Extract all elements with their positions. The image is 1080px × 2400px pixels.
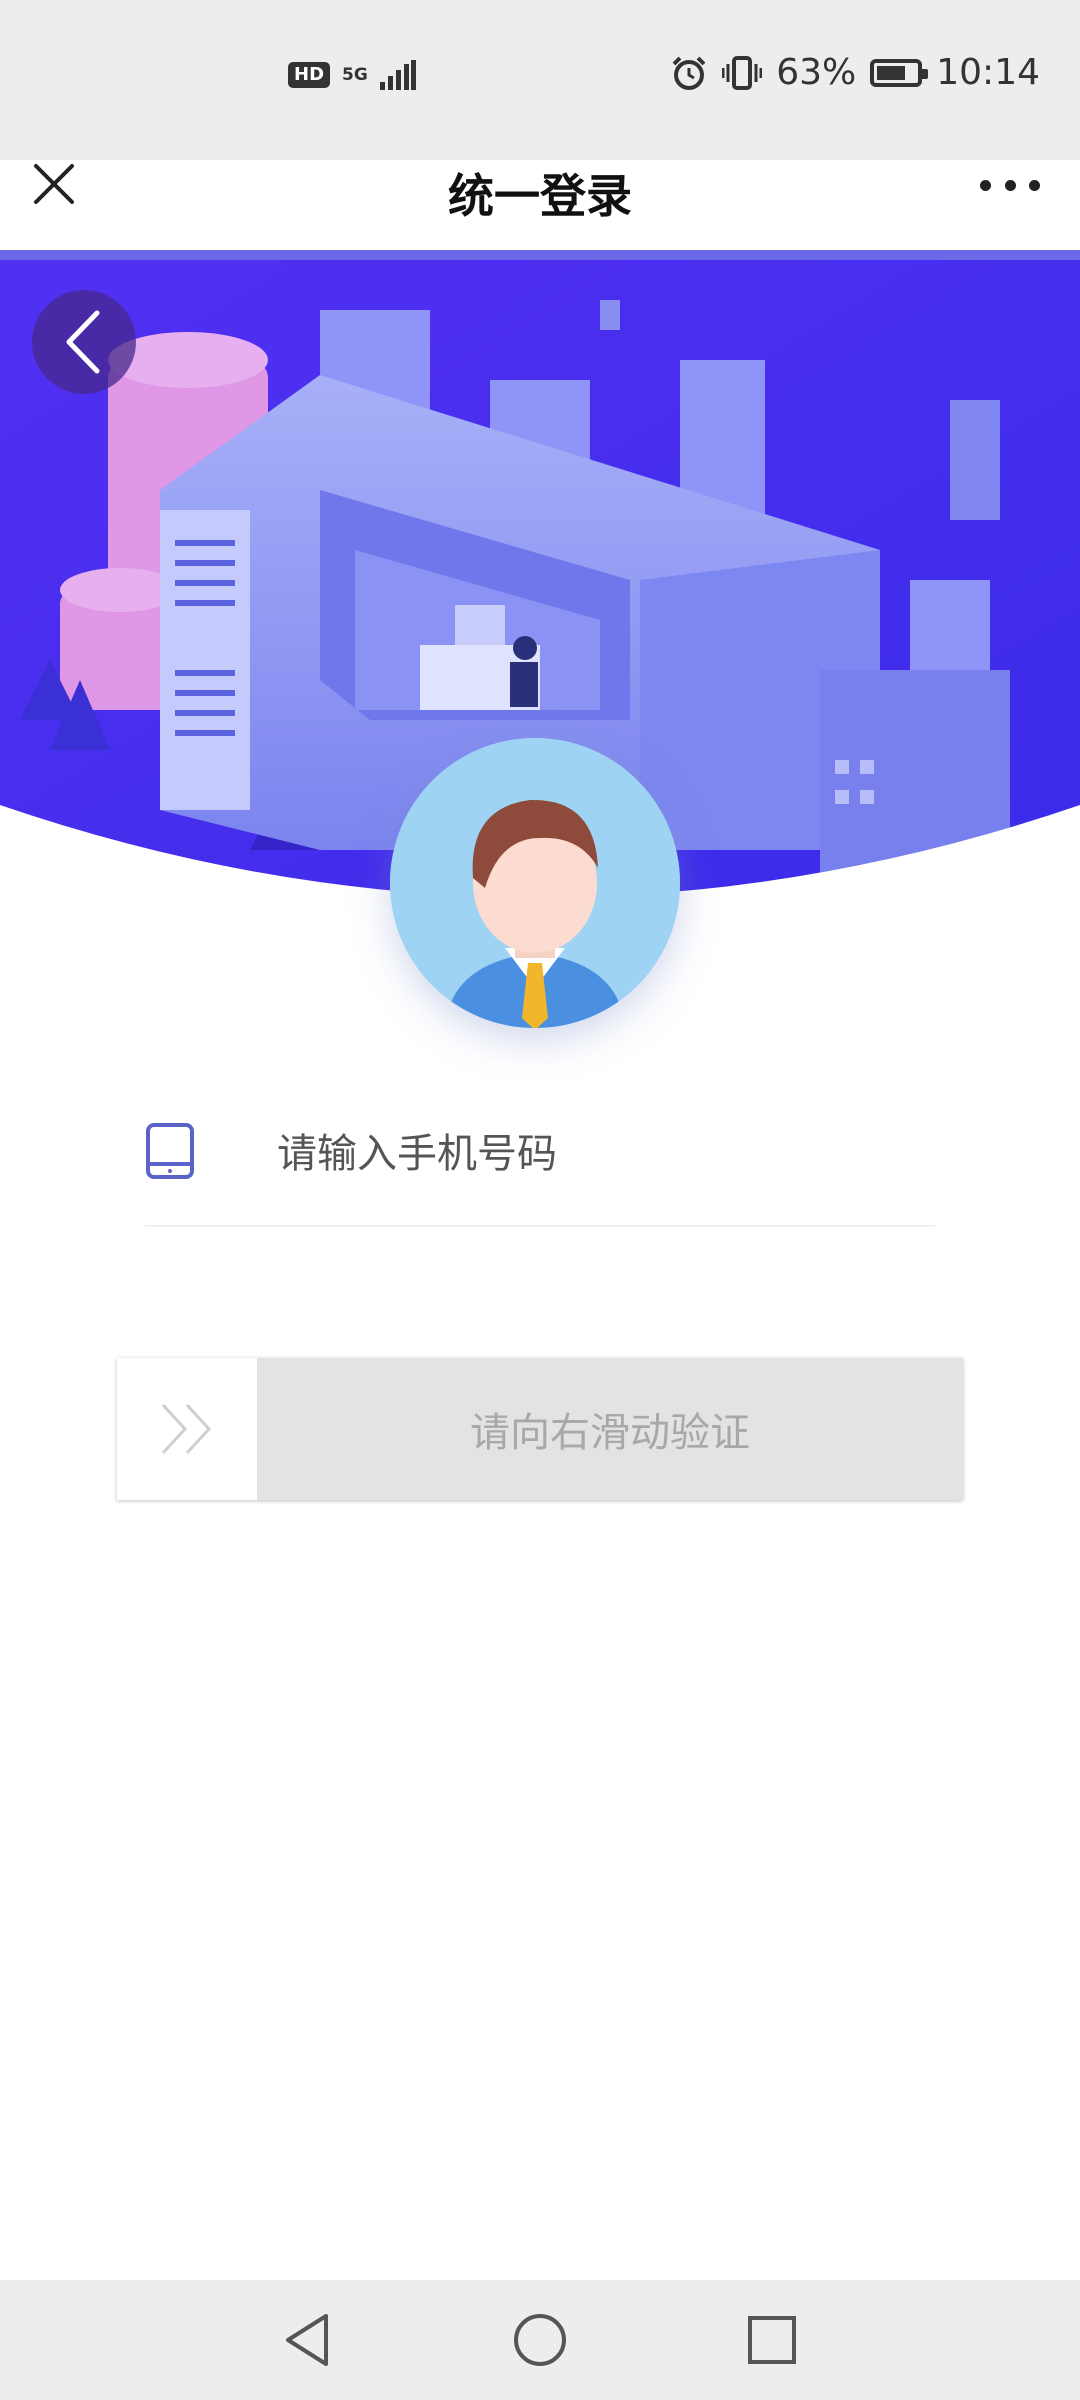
- phone-number-input[interactable]: [275, 1118, 919, 1190]
- home-circle-icon[interactable]: [508, 2308, 572, 2372]
- battery-fill: [877, 65, 905, 80]
- more-dot: [980, 179, 991, 191]
- vibrate-icon: [722, 55, 763, 90]
- page-title: 统一登录: [448, 169, 632, 223]
- battery-icon: [870, 58, 929, 87]
- network-type: 5G: [342, 64, 368, 85]
- back-button[interactable]: [32, 290, 136, 394]
- chevron-left-icon: [66, 310, 100, 374]
- slider-label: 请向右滑动验证: [470, 1410, 750, 1456]
- hd-badge: HD: [288, 62, 331, 88]
- more-dot: [1004, 179, 1016, 191]
- more-button[interactable]: [980, 170, 1040, 200]
- back-triangle-icon[interactable]: [276, 2308, 340, 2372]
- user-avatar-icon: [390, 738, 680, 1028]
- status-left: HD 5G: [288, 60, 416, 90]
- more-dot: [1029, 179, 1040, 191]
- clock-time: 10:14: [936, 52, 1040, 93]
- double-chevron-right-icon: [161, 1403, 212, 1455]
- phone-number-row: [145, 1100, 935, 1227]
- slider-handle[interactable]: [117, 1358, 257, 1500]
- battery-percent: 63%: [776, 52, 857, 93]
- phone-icon: [146, 1123, 194, 1179]
- avatar: [390, 738, 680, 1028]
- navigation-bar: [0, 2280, 1080, 2400]
- title-bar: 统一登录: [0, 90, 1080, 250]
- alarm-icon: [672, 56, 706, 90]
- recents-square-icon[interactable]: [740, 2308, 804, 2372]
- slide-verification[interactable]: 请向右滑动验证: [117, 1358, 963, 1500]
- status-right: 63% 10:14: [670, 52, 1040, 93]
- signal-icon: [379, 60, 416, 90]
